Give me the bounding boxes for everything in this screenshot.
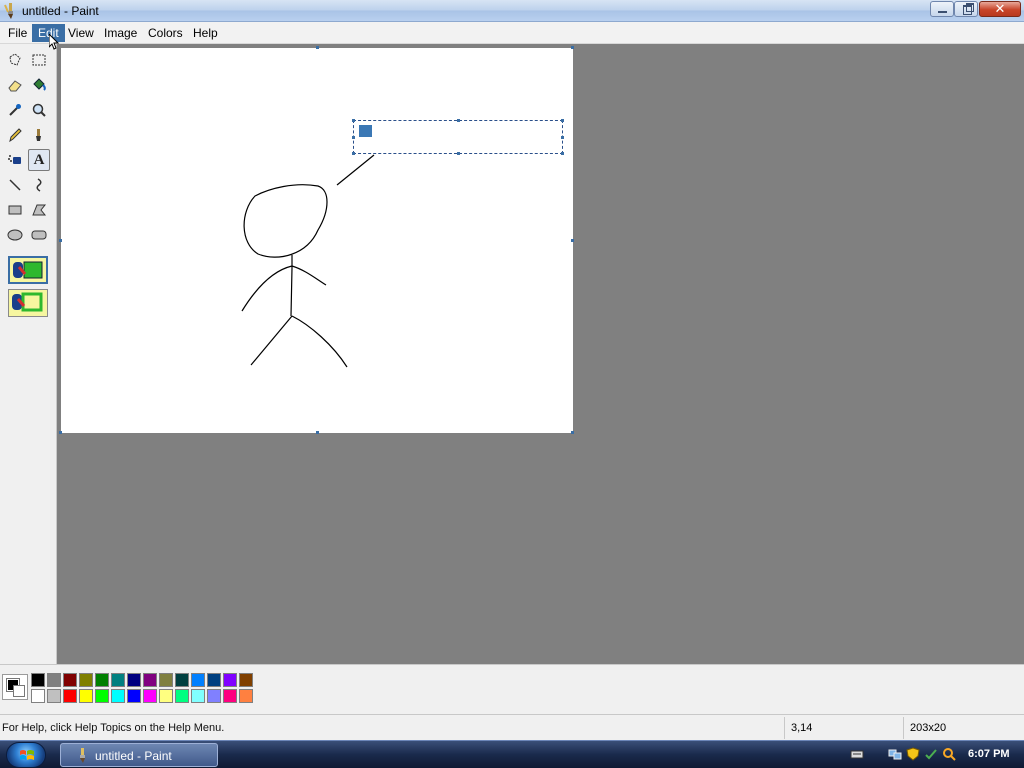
- canvas-resize-handle[interactable]: [571, 239, 574, 242]
- title-bar: untitled - Paint ✕: [0, 0, 1024, 22]
- rect-select-icon[interactable]: [28, 49, 50, 71]
- status-bar: For Help, click Help Topics on the Help …: [0, 714, 1024, 740]
- close-icon: ✕: [994, 1, 1006, 16]
- update-check-icon[interactable]: [924, 747, 938, 761]
- palette-color-swatch[interactable]: [79, 689, 93, 703]
- drawing-canvas[interactable]: [59, 46, 574, 434]
- eyedropper-icon[interactable]: [4, 99, 26, 121]
- palette-color-swatch[interactable]: [223, 673, 237, 687]
- clock[interactable]: 6:07 PM: [968, 748, 1010, 760]
- window-title: untitled - Paint: [22, 4, 99, 18]
- security-shield-icon[interactable]: [906, 747, 920, 761]
- palette-color-swatch[interactable]: [95, 689, 109, 703]
- ellipse-icon[interactable]: [4, 224, 26, 246]
- toolbox: A: [0, 44, 57, 664]
- free-form-select-icon[interactable]: [4, 49, 26, 71]
- text-box[interactable]: [353, 120, 563, 154]
- palette-color-swatch[interactable]: [111, 673, 125, 687]
- text-box-handle[interactable]: [352, 136, 355, 139]
- palette-color-swatch[interactable]: [143, 689, 157, 703]
- palette-color-swatch[interactable]: [159, 673, 173, 687]
- paint-bucket-icon[interactable]: [28, 74, 50, 96]
- opaque-background-option[interactable]: [8, 256, 48, 284]
- palette-color-swatch[interactable]: [207, 689, 221, 703]
- canvas-resize-handle[interactable]: [59, 239, 62, 242]
- start-button[interactable]: [6, 742, 46, 768]
- rounded-rect-icon[interactable]: [28, 224, 50, 246]
- restore-button[interactable]: [954, 1, 978, 17]
- text-box-handle[interactable]: [352, 152, 355, 155]
- palette-color-swatch[interactable]: [175, 689, 189, 703]
- canvas-resize-handle[interactable]: [59, 431, 62, 434]
- background-color-swatch: [13, 685, 25, 697]
- canvas-resize-handle[interactable]: [316, 46, 319, 49]
- taskbar: untitled - Paint 6:07 PM: [0, 740, 1024, 768]
- palette-color-swatch[interactable]: [31, 689, 45, 703]
- stick-figure-drawing: [241, 154, 375, 368]
- taskbar-item-paint[interactable]: untitled - Paint: [60, 743, 218, 767]
- menu-file[interactable]: File: [2, 24, 33, 42]
- menu-colors[interactable]: Colors: [142, 24, 189, 42]
- polygon-icon[interactable]: [28, 199, 50, 221]
- palette-color-swatch[interactable]: [191, 673, 205, 687]
- airbrush-icon[interactable]: [4, 149, 26, 171]
- palette-color-swatch[interactable]: [159, 689, 173, 703]
- line-icon[interactable]: [4, 174, 26, 196]
- paint-brush-icon: [4, 3, 13, 19]
- paint-brush-icon: [80, 748, 85, 763]
- text-box-handle[interactable]: [457, 152, 460, 155]
- close-button[interactable]: ✕: [979, 1, 1021, 17]
- palette-color-swatch[interactable]: [63, 673, 77, 687]
- rectangle-icon[interactable]: [4, 199, 26, 221]
- eraser-icon[interactable]: [4, 74, 26, 96]
- canvas-resize-handle[interactable]: [571, 46, 574, 49]
- palette-color-swatch[interactable]: [207, 673, 221, 687]
- text-icon[interactable]: A: [28, 149, 50, 171]
- transparent-background-option[interactable]: [8, 289, 48, 317]
- text-box-handle[interactable]: [561, 119, 564, 122]
- palette-color-swatch[interactable]: [223, 689, 237, 703]
- palette-color-swatch[interactable]: [191, 689, 205, 703]
- mouse-cursor-icon: [49, 34, 59, 50]
- palette-color-swatch[interactable]: [31, 673, 45, 687]
- canvas-resize-handle[interactable]: [316, 431, 319, 434]
- brush-icon[interactable]: [28, 124, 50, 146]
- windows-logo-icon: [20, 750, 34, 760]
- taskbar-item-label: untitled - Paint: [95, 749, 172, 763]
- magnifier-icon[interactable]: [28, 99, 50, 121]
- menu-image[interactable]: Image: [98, 24, 143, 42]
- menu-view[interactable]: View: [62, 24, 100, 42]
- palette-color-swatch[interactable]: [47, 673, 61, 687]
- curve-icon[interactable]: [28, 174, 50, 196]
- pencil-icon[interactable]: [4, 124, 26, 146]
- menu-bar: File Edit View Image Colors Help: [0, 22, 1024, 44]
- text-box-handle[interactable]: [457, 119, 460, 122]
- palette-color-swatch[interactable]: [175, 673, 189, 687]
- status-coordinates: 3,14: [784, 717, 902, 739]
- palette-color-swatch[interactable]: [95, 673, 109, 687]
- palette-color-swatch[interactable]: [111, 689, 125, 703]
- palette-color-swatch[interactable]: [79, 673, 93, 687]
- keyboard-icon[interactable]: [850, 747, 864, 761]
- status-help-text: For Help, click Help Topics on the Help …: [2, 722, 225, 734]
- minimize-button[interactable]: [930, 1, 954, 17]
- palette-color-swatch[interactable]: [47, 689, 61, 703]
- menu-help[interactable]: Help: [187, 24, 224, 42]
- palette-color-swatch[interactable]: [127, 689, 141, 703]
- palette-color-swatch[interactable]: [127, 673, 141, 687]
- system-tray: 6:07 PM: [846, 743, 1024, 767]
- text-box-handle[interactable]: [561, 152, 564, 155]
- palette-color-swatch[interactable]: [239, 673, 253, 687]
- palette-color-swatch[interactable]: [63, 689, 77, 703]
- search-icon[interactable]: [942, 747, 956, 761]
- palette-color-swatch[interactable]: [239, 689, 253, 703]
- text-cursor: [359, 125, 372, 137]
- current-colors: [2, 674, 28, 700]
- palette-color-swatch[interactable]: [143, 673, 157, 687]
- text-box-handle[interactable]: [352, 119, 355, 122]
- network-icon[interactable]: [888, 747, 902, 761]
- status-selection-size: 203x20: [903, 717, 1024, 739]
- text-box-handle[interactable]: [561, 136, 564, 139]
- canvas-resize-handle[interactable]: [571, 431, 574, 434]
